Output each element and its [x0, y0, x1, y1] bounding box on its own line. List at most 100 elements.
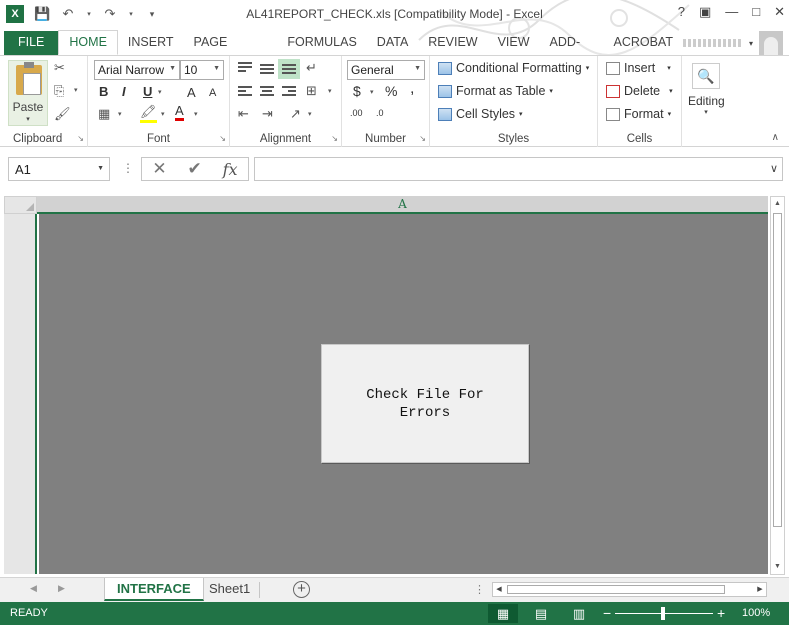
font-color-dropdown-icon[interactable]: ▾: [194, 110, 198, 118]
insert-function-icon[interactable]: fx: [223, 160, 238, 179]
cell-grid[interactable]: Check File For Errors: [39, 214, 768, 574]
prev-sheet-icon[interactable]: ◀: [30, 583, 37, 594]
tab-formulas[interactable]: FORMULAS: [277, 31, 366, 55]
number-launcher-icon[interactable]: ↘: [419, 134, 426, 143]
avatar[interactable]: [759, 31, 783, 55]
account-dropdown-icon[interactable]: ▾: [749, 39, 753, 48]
name-box-dropdown-icon[interactable]: ▼: [97, 165, 104, 172]
bold-button[interactable]: B: [99, 84, 108, 99]
name-box[interactable]: A1 ▼: [8, 157, 110, 181]
horizontal-scroll-thumb[interactable]: [507, 585, 725, 594]
user-account[interactable]: ▾: [682, 31, 789, 55]
zoom-level[interactable]: 100%: [742, 607, 770, 619]
orientation-dropdown-icon[interactable]: ▾: [308, 110, 312, 118]
merge-center-icon[interactable]: ⊞: [306, 83, 317, 99]
cut-icon[interactable]: ✂: [54, 60, 65, 76]
sheet-tab-interface[interactable]: INTERFACE: [104, 578, 204, 601]
decrease-indent-icon[interactable]: ⇤: [238, 106, 249, 122]
align-right-icon[interactable]: [282, 86, 296, 98]
cell-styles-button[interactable]: Cell Styles ▾: [438, 107, 523, 121]
zoom-slider-thumb[interactable]: [661, 607, 665, 620]
grow-font-button[interactable]: A: [187, 85, 196, 100]
percent-button[interactable]: %: [385, 83, 397, 99]
next-sheet-icon[interactable]: ▶: [58, 583, 65, 594]
scroll-up-icon[interactable]: ▲: [771, 197, 784, 211]
scroll-left-icon[interactable]: ◀: [493, 583, 505, 596]
format-as-table-button[interactable]: Format as Table ▾: [438, 84, 553, 98]
normal-view-icon[interactable]: ▦: [488, 604, 518, 623]
scroll-right-icon[interactable]: ▶: [754, 583, 766, 596]
currency-button[interactable]: $: [353, 83, 361, 99]
merge-dropdown-icon[interactable]: ▾: [328, 87, 332, 95]
font-size-select[interactable]: 10 ▼: [180, 60, 224, 80]
new-sheet-icon[interactable]: +: [293, 581, 310, 598]
column-header-a[interactable]: A: [37, 196, 768, 214]
vertical-scrollbar[interactable]: ▲ ▼: [770, 196, 785, 575]
vertical-scroll-thumb[interactable]: [773, 213, 782, 527]
alignment-launcher-icon[interactable]: ↘: [331, 134, 338, 143]
fill-color-icon[interactable]: 🖍: [140, 104, 157, 123]
italic-button[interactable]: I: [122, 84, 126, 99]
underline-button[interactable]: U: [143, 84, 152, 99]
decrease-decimal-button[interactable]: .0: [376, 108, 384, 118]
sheet-tab-sheet1[interactable]: Sheet1: [197, 578, 262, 601]
comma-button[interactable]: ,: [410, 80, 414, 98]
tab-add-ins[interactable]: ADD-INS: [540, 31, 604, 72]
format-painter-icon[interactable]: 🖌: [54, 106, 71, 122]
tab-page-layout[interactable]: PAGE LAYOUT: [184, 31, 278, 72]
horizontal-scrollbar[interactable]: ◀ ▶: [492, 582, 767, 597]
font-launcher-icon[interactable]: ↘: [219, 134, 226, 143]
check-file-button[interactable]: Check File For Errors: [321, 344, 529, 463]
increase-decimal-button[interactable]: .00: [350, 108, 363, 118]
formula-input[interactable]: ∨: [254, 157, 783, 181]
scroll-down-icon[interactable]: ▼: [771, 560, 784, 574]
editing-button[interactable]: 🔍 Editing ▾: [688, 59, 725, 123]
copy-dropdown-icon[interactable]: ▾: [74, 86, 78, 94]
tab-data[interactable]: DATA: [367, 31, 418, 55]
zoom-in-icon[interactable]: +: [717, 605, 725, 621]
tab-home[interactable]: HOME: [58, 30, 118, 55]
formula-bar-grip-icon[interactable]: ⋮: [122, 161, 134, 175]
insert-cells-button[interactable]: Insert ▾: [606, 61, 671, 75]
tab-view[interactable]: VIEW: [488, 31, 540, 55]
minimize-icon[interactable]: —: [725, 4, 738, 20]
wrap-text-icon[interactable]: ↵: [306, 60, 317, 76]
conditional-formatting-button[interactable]: Conditional Formatting ▾: [438, 61, 589, 75]
copy-icon[interactable]: ⎘: [54, 83, 64, 99]
number-format-select[interactable]: General ▼: [347, 60, 425, 80]
tab-file[interactable]: FILE: [4, 31, 59, 55]
tab-acrobat[interactable]: ACROBAT: [603, 31, 683, 55]
tab-split-grip-icon[interactable]: ⋮: [474, 583, 485, 596]
help-icon[interactable]: ?: [678, 4, 685, 20]
tab-insert[interactable]: INSERT: [118, 31, 184, 55]
font-name-select[interactable]: Arial Narrow ▼: [94, 60, 180, 80]
borders-icon[interactable]: ▦: [98, 106, 110, 122]
tab-review[interactable]: REVIEW: [418, 31, 487, 55]
zoom-out-icon[interactable]: −: [603, 605, 611, 621]
maximize-icon[interactable]: □: [752, 4, 760, 20]
collapse-ribbon-icon[interactable]: ∧: [772, 132, 779, 143]
font-color-button[interactable]: A: [175, 104, 184, 121]
align-left-icon[interactable]: [238, 86, 252, 98]
select-all-button[interactable]: [4, 196, 37, 214]
paste-button[interactable]: Paste ▾: [8, 60, 48, 126]
fill-color-dropdown-icon[interactable]: ▾: [161, 110, 165, 118]
cancel-entry-icon[interactable]: ✕: [152, 159, 166, 179]
confirm-entry-icon[interactable]: ✔: [188, 159, 202, 179]
expand-formula-bar-icon[interactable]: ∨: [770, 162, 778, 175]
shrink-font-button[interactable]: A: [209, 87, 216, 99]
delete-cells-button[interactable]: Delete ▾: [606, 84, 673, 98]
borders-dropdown-icon[interactable]: ▾: [118, 110, 122, 118]
ribbon-display-icon[interactable]: ▣: [699, 4, 711, 20]
orientation-icon[interactable]: ↗: [290, 106, 301, 122]
align-center-icon[interactable]: [260, 86, 274, 98]
format-cells-button[interactable]: Format ▾: [606, 107, 671, 121]
clipboard-launcher-icon[interactable]: ↘: [77, 134, 84, 143]
close-icon[interactable]: ✕: [774, 4, 785, 20]
row-headers[interactable]: [4, 214, 37, 574]
page-break-preview-icon[interactable]: ▥: [564, 604, 594, 623]
increase-indent-icon[interactable]: ⇥: [262, 106, 273, 122]
align-top-icon[interactable]: [238, 62, 252, 74]
underline-dropdown-icon[interactable]: ▾: [158, 88, 162, 96]
page-layout-view-icon[interactable]: ▤: [526, 604, 556, 623]
